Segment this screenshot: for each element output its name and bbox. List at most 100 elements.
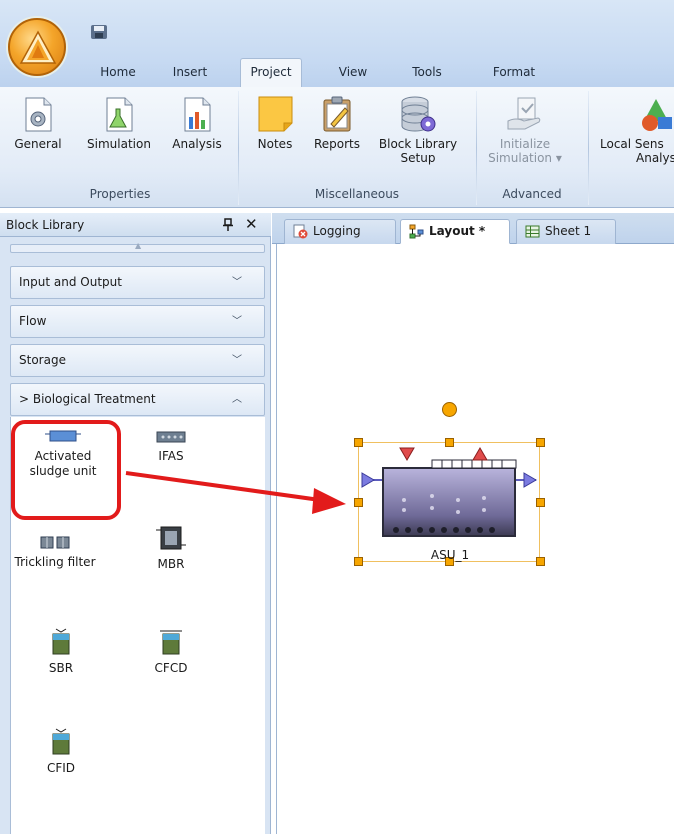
doc-tab-layout[interactable]: Layout * [400,219,510,244]
chevron-down-icon: ﹀ [232,277,242,288]
reports-button[interactable]: Reports [306,95,368,151]
database-gear-icon [401,96,436,132]
block-ifas[interactable]: IFAS [131,429,211,464]
initialize-line2: Simulation ▾ [488,151,562,165]
sticky-note-icon [258,96,293,132]
local-sensitivity-analysis-button[interactable]: Local Sens Analysi [600,95,674,165]
doc-tab-label: Layout * [429,224,486,238]
resize-handle-se[interactable] [536,557,545,566]
ifas-tank-icon [156,431,186,443]
initialize-simulation-button[interactable]: Initialize Simulation ▾ [486,95,564,165]
resize-handle-sw[interactable] [354,557,363,566]
general-button[interactable]: General [6,95,70,151]
app-logo-icon [19,30,57,64]
chevron-down-icon: ﹀ [232,355,242,366]
category-label: Flow [19,314,47,328]
resize-handle-nw[interactable] [354,438,363,447]
close-icon[interactable]: ✕ [245,212,259,236]
resize-handle-n[interactable] [445,438,454,447]
layout-diagram-icon [409,224,424,239]
log-error-icon [293,224,308,239]
ribbon: General Simulation Analysis Properties N… [0,87,674,208]
application-menu-button[interactable] [8,18,66,76]
local-sensitivity-line1: Local Sens [600,137,664,151]
block-cfcd[interactable]: CFCD [131,627,211,676]
clipboard-pencil-icon [323,96,351,132]
general-label: General [14,137,62,151]
block-mbr[interactable]: MBR [131,525,211,572]
simulation-button[interactable]: Simulation [80,95,158,151]
highlight-box [11,420,121,520]
block-label: MBR [157,557,185,571]
document-flask-icon [106,97,133,132]
scroll-up-grip[interactable]: ▲ [10,241,265,253]
group-label-miscellaneous: Miscellaneous [314,187,400,201]
sbr-icon [52,628,70,655]
document-gear-icon [25,97,52,132]
tab-view[interactable]: View [330,60,376,86]
cfcd-icon [160,630,182,655]
colored-shapes-icon [642,99,672,131]
category-storage[interactable]: Storage ﹀ [10,344,265,377]
block-label: Trickling filter [14,555,96,569]
block-library-setup-line1: Block Library [378,137,458,151]
local-sensitivity-line2: Analysi [636,151,674,165]
doc-tab-sheet1[interactable]: Sheet 1 [516,219,616,244]
block-cfid[interactable]: CFID [21,727,101,776]
block-library-title: Block Library [6,218,85,232]
block-label: CFID [46,761,76,775]
document-chart-icon [184,97,211,132]
reports-label: Reports [313,137,361,151]
simulation-label: Simulation [87,137,151,151]
block-label: SBR [48,661,74,675]
tab-insert[interactable]: Insert [160,60,220,86]
document-tab-bar: Logging Layout * Sheet 1 [272,213,674,244]
block-sbr[interactable]: SBR [21,627,101,676]
category-flow[interactable]: Flow ﹀ [10,305,265,338]
spreadsheet-icon [525,225,540,238]
asu-block-selection[interactable] [358,442,540,562]
resize-handle-w[interactable] [354,498,363,507]
cfid-icon [52,728,70,755]
mbr-icon [156,526,186,550]
category-biological-treatment[interactable]: > Biological Treatment ︿ [10,383,265,416]
hand-document-icon [507,97,541,130]
notes-button[interactable]: Notes [248,95,302,151]
block-library-panel: Block Library ✕ ▲ Input and Output ﹀ Flo… [0,213,271,834]
doc-tab-label: Logging [313,224,361,238]
group-separator [588,91,589,205]
pin-icon[interactable] [222,213,236,240]
group-label-advanced: Advanced [502,187,562,201]
block-library-setup-line2: Setup [400,151,436,165]
block-trickling-filter[interactable]: Trickling filter [5,535,105,570]
doc-tab-logging[interactable]: Logging [284,219,396,244]
tab-format[interactable]: Format [484,60,544,86]
notes-label: Notes [257,137,293,151]
group-separator [476,91,477,205]
tab-tools[interactable]: Tools [402,60,452,86]
category-label: Storage [19,353,66,367]
chevron-up-icon: ︿ [232,394,242,405]
group-separator [238,91,239,205]
chevron-down-icon: ﹀ [232,316,242,327]
tab-project[interactable]: Project [240,58,302,88]
resize-handle-ne[interactable] [536,438,545,447]
group-label-properties: Properties [89,187,151,201]
category-label: > Biological Treatment [19,392,156,406]
tab-home[interactable]: Home [88,60,148,86]
doc-tab-label: Sheet 1 [545,224,592,238]
asu-block-label: ASU_1 [430,548,470,562]
block-library-setup-button[interactable]: Block Library Setup [372,95,464,165]
category-label: Input and Output [19,275,122,289]
initialize-line1: Initialize [499,137,551,151]
resize-handle-e[interactable] [536,498,545,507]
block-label: CFCD [154,661,188,675]
trickling-filter-icon [40,536,70,549]
analysis-button[interactable]: Analysis [166,95,228,151]
rotation-handle[interactable] [442,402,457,417]
analysis-label: Analysis [172,137,222,151]
block-library-header: Block Library ✕ [0,213,271,237]
activated-sludge-tank-icon [361,447,537,537]
category-input-output[interactable]: Input and Output ﹀ [10,266,265,299]
save-icon[interactable] [90,24,108,40]
